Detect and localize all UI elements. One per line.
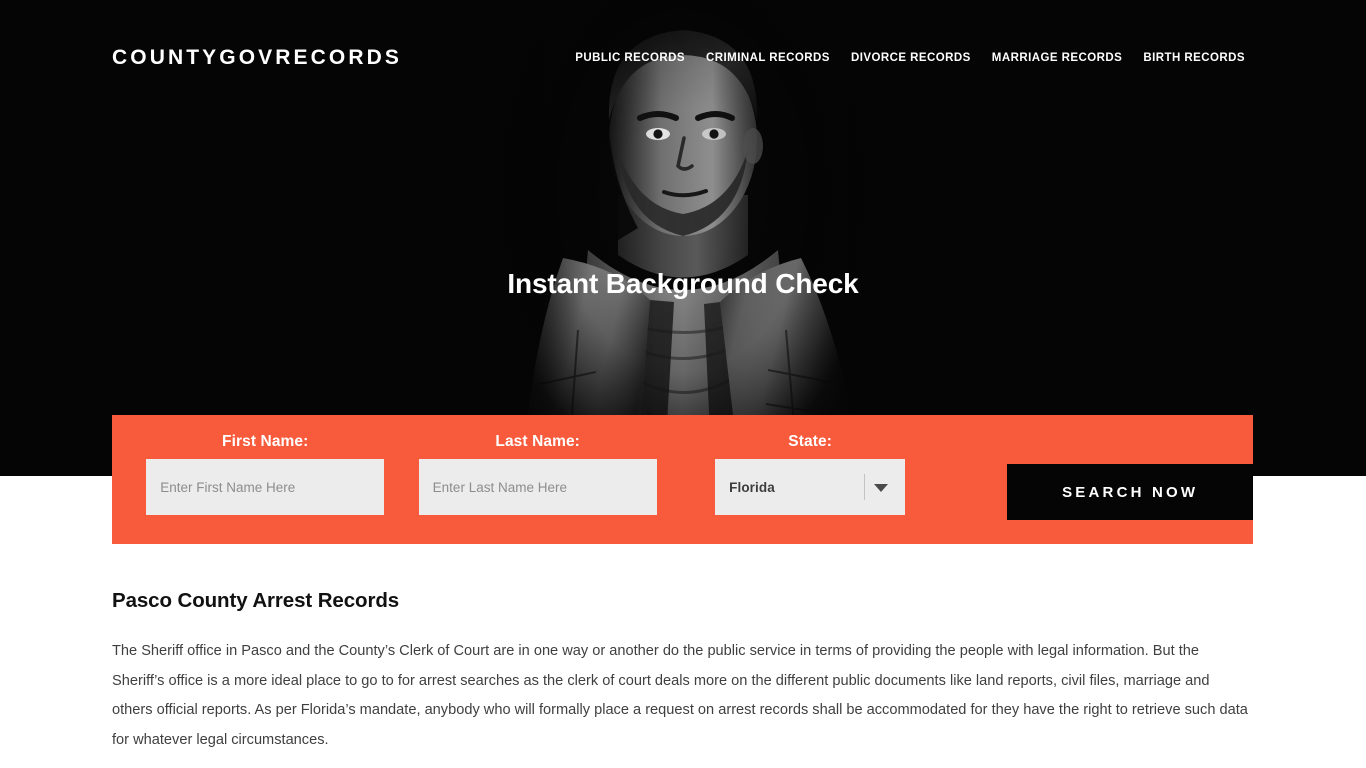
nav-item-criminal-records[interactable]: CRIMINAL RECORDS	[706, 52, 830, 64]
nav-item-public-records[interactable]: PUBLIC RECORDS	[575, 52, 685, 64]
state-selected-value: Florida	[729, 479, 775, 495]
select-divider	[864, 474, 866, 500]
background-check-search-form: First Name: Last Name: State: Florida SE…	[112, 415, 1254, 544]
nav-item-marriage-records[interactable]: MARRIAGE RECORDS	[992, 52, 1123, 64]
article-section: Pasco County Arrest Records The Sheriff …	[112, 589, 1252, 755]
nav-item-divorce-records[interactable]: DIVORCE RECORDS	[851, 52, 971, 64]
hero-title: Instant Background Check	[507, 267, 859, 299]
site-header: COUNTYGOVRECORDS PUBLIC RECORDS CRIMINAL…	[0, 0, 1366, 116]
page-root: COUNTYGOVRECORDS PUBLIC RECORDS CRIMINAL…	[0, 0, 1366, 768]
last-name-label: Last Name:	[495, 433, 580, 450]
nav-item-birth-records[interactable]: BIRTH RECORDS	[1143, 52, 1245, 64]
search-now-button[interactable]: SEARCH NOW	[1007, 464, 1254, 520]
first-name-field-group: First Name:	[129, 433, 401, 515]
last-name-input[interactable]	[418, 459, 657, 515]
main-navigation: PUBLIC RECORDS CRIMINAL RECORDS DIVORCE …	[575, 52, 1245, 64]
article-title: Pasco County Arrest Records	[112, 589, 400, 612]
last-name-field-group: Last Name:	[401, 433, 673, 515]
state-select[interactable]: Florida	[715, 459, 906, 515]
first-name-input[interactable]	[146, 459, 385, 515]
article-paragraph: The Sheriff office in Pasco and the Coun…	[112, 643, 1248, 748]
first-name-label: First Name:	[222, 433, 309, 450]
state-field-group: State: Florida	[674, 433, 946, 515]
state-label: State:	[788, 433, 832, 450]
site-logo[interactable]: COUNTYGOVRECORDS	[112, 46, 402, 70]
chevron-down-icon	[874, 484, 889, 492]
